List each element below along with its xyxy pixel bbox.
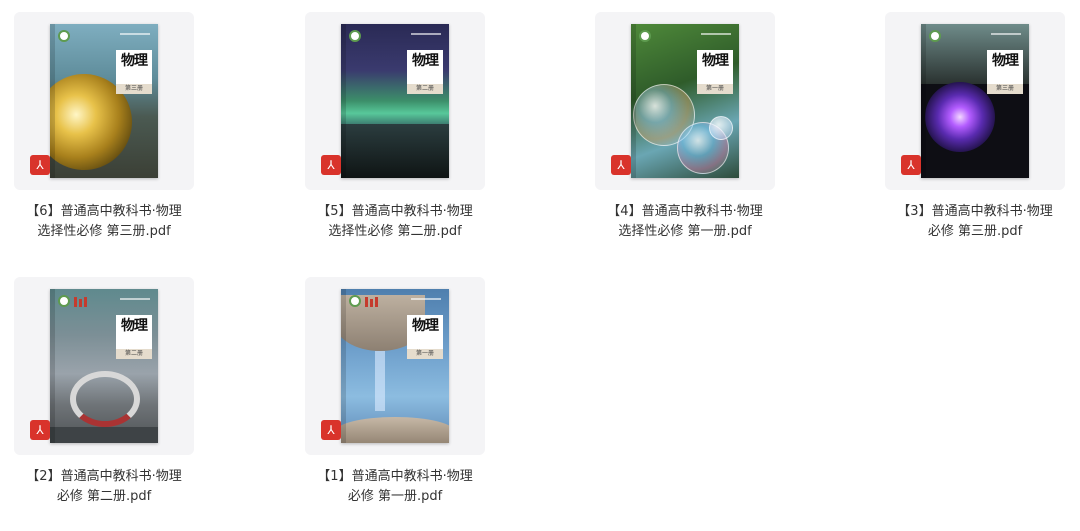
file-name-line2: 选择性必修 第二册.pdf [328,224,462,239]
file-thumbnail[interactable]: 物理 第二册 ⅄ [14,277,194,455]
pdf-icon: ⅄ [30,155,50,175]
book-cover-image: 物理 第二册 [341,24,449,178]
file-name[interactable]: 【5】普通高中教科书·物理 选择性必修 第二册.pdf [275,202,515,242]
emblem-icon [639,30,651,42]
file-name-line2: 必修 第二册.pdf [56,489,152,504]
publisher-icon [74,297,88,307]
file-name-line2: 选择性必修 第三册.pdf [37,224,171,239]
cover-title: 物理 [702,53,729,69]
book-cover-image: 物理 第一册 [341,289,449,443]
file-thumbnail[interactable]: 物理 第三册 ⅄ [14,12,194,190]
file-name[interactable]: 【1】普通高中教科书·物理 必修 第一册.pdf [275,467,515,507]
cover-volume: 第一册 [697,84,733,94]
cover-volume: 第三册 [116,84,152,94]
file-name[interactable]: 【4】普通高中教科书·物理 选择性必修 第一册.pdf [565,202,805,242]
file-tile[interactable]: 物理 第一册 ⅄ 【4】普通高中教科书·物理 选择性必修 第一册.pdf [595,12,775,252]
pdf-icon: ⅄ [321,420,341,440]
file-tile[interactable]: 物理 第二册 ⅄ 【2】普通高中教科书·物理 必修 第二册.pdf [14,277,194,517]
file-name-line1: 【5】普通高中教科书·物理 [317,204,473,219]
cover-title: 物理 [412,318,439,334]
file-name-line1: 【2】普通高中教科书·物理 [26,469,182,484]
cover-volume: 第一册 [407,349,443,359]
emblem-icon [349,295,361,307]
emblem-icon [58,295,70,307]
cover-title: 物理 [992,53,1019,69]
file-name[interactable]: 【6】普通高中教科书·物理 选择性必修 第三册.pdf [0,202,224,242]
file-thumbnail[interactable]: 物理 第三册 ⅄ [885,12,1065,190]
cover-volume: 第二册 [407,84,443,94]
cover-title: 物理 [121,53,148,69]
file-name-line1: 【1】普通高中教科书·物理 [317,469,473,484]
file-name-line2: 必修 第三册.pdf [927,224,1023,239]
cover-title: 物理 [121,318,148,334]
file-name-line1: 【6】普通高中教科书·物理 [26,204,182,219]
file-name-line2: 选择性必修 第一册.pdf [618,224,752,239]
file-tile[interactable]: 物理 第三册 ⅄ 【6】普通高中教科书·物理 选择性必修 第三册.pdf [14,12,194,252]
file-name-line1: 【4】普通高中教科书·物理 [607,204,763,219]
pdf-icon: ⅄ [30,420,50,440]
pdf-icon: ⅄ [321,155,341,175]
book-cover-image: 物理 第三册 [50,24,158,178]
file-name[interactable]: 【3】普通高中教科书·物理 必修 第三册.pdf [855,202,1080,242]
file-tile[interactable]: 物理 第三册 ⅄ 【3】普通高中教科书·物理 必修 第三册.pdf [885,12,1065,252]
file-thumbnail[interactable]: 物理 第一册 ⅄ [305,277,485,455]
pdf-icon: ⅄ [901,155,921,175]
publisher-icon [365,297,379,307]
book-cover-image: 物理 第二册 [50,289,158,443]
emblem-icon [349,30,361,42]
file-name[interactable]: 【2】普通高中教科书·物理 必修 第二册.pdf [0,467,224,507]
file-thumbnail[interactable]: 物理 第二册 ⅄ [305,12,485,190]
file-tile[interactable]: 物理 第二册 ⅄ 【5】普通高中教科书·物理 选择性必修 第二册.pdf [305,12,485,252]
file-tile[interactable]: 物理 第一册 ⅄ 【1】普通高中教科书·物理 必修 第一册.pdf [305,277,485,517]
book-cover-image: 物理 第一册 [631,24,739,178]
file-name-line2: 必修 第一册.pdf [347,489,443,504]
emblem-icon [58,30,70,42]
file-thumbnail[interactable]: 物理 第一册 ⅄ [595,12,775,190]
cover-title: 物理 [412,53,439,69]
cover-volume: 第二册 [116,349,152,359]
book-cover-image: 物理 第三册 [921,24,1029,178]
pdf-icon: ⅄ [611,155,631,175]
emblem-icon [929,30,941,42]
cover-volume: 第三册 [987,84,1023,94]
file-name-line1: 【3】普通高中教科书·物理 [897,204,1053,219]
